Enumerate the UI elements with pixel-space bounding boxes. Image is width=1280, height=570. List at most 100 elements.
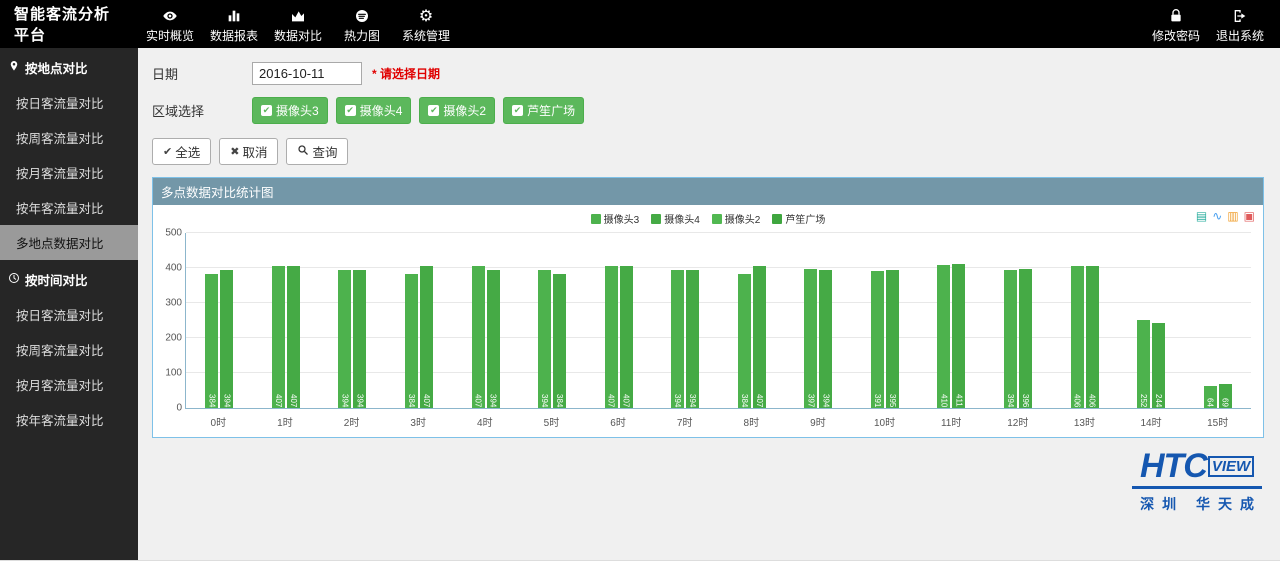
main-nav: 实时概览数据报表数据对比热力图⚙系统管理 (138, 5, 458, 44)
x-axis-tick-label: 11时 (918, 414, 985, 429)
bar[interactable]: 407 (420, 266, 433, 408)
bar[interactable]: 411 (952, 264, 965, 408)
bar[interactable]: 64 (1204, 386, 1217, 408)
bar[interactable]: 244 (1152, 323, 1165, 408)
bar[interactable]: 394 (538, 270, 551, 408)
select-all-label: 全选 (175, 142, 200, 161)
region-name: 摄像头4 (360, 102, 403, 119)
bar[interactable]: 394 (671, 270, 684, 408)
clock-icon (8, 272, 20, 287)
bar[interactable]: 391 (871, 271, 884, 408)
bar[interactable]: 397 (804, 269, 817, 408)
legend-item[interactable]: 芦笙广场 (772, 211, 825, 226)
bar[interactable]: 69 (1219, 384, 1232, 408)
x-axis-tick-label: 0时 (185, 414, 252, 429)
y-axis-tick-label: 200 (154, 333, 182, 344)
bar[interactable]: 394 (1004, 270, 1017, 408)
bar[interactable]: 407 (753, 266, 766, 408)
bar-group: 252 244 (1118, 233, 1185, 408)
bar-value-label: 407 (289, 394, 298, 407)
cancel-button[interactable]: ✖ 取消 (219, 138, 278, 165)
nav-label: 退出系统 (1216, 29, 1264, 43)
sidebar-item[interactable]: 按年客流量对比 (0, 190, 138, 225)
sidebar-item[interactable]: 按月客流量对比 (0, 155, 138, 190)
region-toggle-button[interactable]: ✔芦笙广场 (503, 97, 584, 124)
magnifier-icon (297, 144, 309, 159)
legend-item[interactable]: 摄像头3 (591, 211, 640, 226)
checkbox-icon: ✔ (512, 105, 523, 116)
header-action-lock[interactable]: 修改密码 (1144, 5, 1208, 44)
y-axis-tick-label: 100 (154, 368, 182, 379)
nav-item-compare-chart[interactable]: 数据对比 (266, 5, 330, 44)
bar[interactable]: 384 (405, 274, 418, 408)
sidebar-item[interactable]: 按周客流量对比 (0, 120, 138, 155)
save-image-icon[interactable]: ▣ (1244, 209, 1255, 223)
bar[interactable]: 410 (937, 265, 950, 409)
region-toggle-button[interactable]: ✔摄像头4 (336, 97, 412, 124)
sidebar-item[interactable]: 按日客流量对比 (0, 297, 138, 332)
data-view-icon[interactable]: ▤ (1196, 209, 1207, 223)
legend-label: 摄像头4 (664, 211, 700, 226)
bar[interactable]: 407 (287, 266, 300, 408)
bar-chart: 摄像头3摄像头4摄像头2芦笙广场 ▤∿▥▣ 010020030040050038… (153, 205, 1263, 437)
bar-value-label: 407 (622, 394, 631, 407)
bar-value-label: 410 (939, 394, 948, 407)
bar-value-label: 394 (489, 394, 498, 407)
legend-item[interactable]: 摄像头2 (712, 211, 761, 226)
header-action-logout[interactable]: 退出系统 (1208, 5, 1272, 44)
main-content: 日期 * 请选择日期 区域选择 ✔摄像头3✔摄像头4✔摄像头2✔芦笙广场 ✔ 全… (138, 48, 1280, 560)
bar[interactable]: 394 (353, 270, 366, 408)
bar-group: 410 411 (918, 233, 985, 408)
bar[interactable]: 394 (338, 270, 351, 408)
nav-item-gear[interactable]: ⚙系统管理 (394, 5, 458, 44)
bar[interactable]: 406 (1071, 266, 1084, 408)
bar-group: 384394 (186, 233, 253, 408)
bar[interactable]: 394 (487, 270, 500, 408)
sidebar-item[interactable]: 按周客流量对比 (0, 332, 138, 367)
sidebar-item[interactable]: 按月客流量对比 (0, 367, 138, 402)
query-form: 日期 * 请选择日期 区域选择 ✔摄像头3✔摄像头4✔摄像头2✔芦笙广场 ✔ 全… (138, 48, 1280, 165)
select-all-button[interactable]: ✔ 全选 (152, 138, 211, 165)
bar-value-label: 394 (821, 394, 830, 407)
nav-item-report-chart[interactable]: 数据报表 (202, 5, 266, 44)
bar[interactable]: 384 (738, 274, 751, 408)
bar[interactable]: 394 (686, 270, 699, 408)
bar[interactable]: 407 (272, 266, 285, 408)
date-input[interactable] (252, 62, 362, 85)
bar[interactable]: 407 (620, 266, 633, 408)
region-toggle-button[interactable]: ✔摄像头2 (419, 97, 495, 124)
region-name: 摄像头3 (276, 102, 319, 119)
sidebar-section-title[interactable]: 按地点对比 (0, 48, 138, 85)
bar[interactable]: 407 (605, 266, 618, 408)
sidebar-item[interactable]: 多地点数据对比 (0, 225, 138, 260)
bar[interactable]: 252 (1137, 320, 1150, 408)
legend-label: 芦笙广场 (785, 211, 825, 226)
x-axis-tick-label: 2时 (318, 414, 385, 429)
comparison-chart-panel: 多点数据对比统计图 摄像头3摄像头4摄像头2芦笙广场 ▤∿▥▣ 01002003… (152, 177, 1264, 438)
bar-value-label: 252 (1139, 394, 1148, 407)
bar[interactable]: 394 (819, 270, 832, 408)
legend-swatch (712, 214, 722, 224)
region-toggle-button[interactable]: ✔摄像头3 (252, 97, 328, 124)
bar[interactable]: 407 (472, 266, 485, 408)
bar-group: 394394 (319, 233, 386, 408)
bar[interactable]: 384 (553, 274, 566, 408)
legend-item[interactable]: 摄像头4 (651, 211, 700, 226)
bar[interactable]: 406 (1086, 266, 1099, 408)
bar-group: 407 407 (253, 233, 320, 408)
y-axis-tick-label: 500 (154, 228, 182, 239)
sidebar-item[interactable]: 按日客流量对比 (0, 85, 138, 120)
sidebar-item[interactable]: 按年客流量对比 (0, 402, 138, 437)
bar[interactable]: 395 (886, 270, 899, 408)
bar-group: 394384 (519, 233, 586, 408)
bar[interactable]: 384 (205, 274, 218, 408)
bar-chart-icon[interactable]: ▥ (1227, 209, 1238, 223)
bar-value-label: 406 (1088, 394, 1097, 407)
query-button[interactable]: 查询 (286, 138, 348, 165)
bar[interactable]: 394 (220, 270, 233, 408)
nav-item-heatmap[interactable]: 热力图 (330, 5, 394, 44)
sidebar-section-title[interactable]: 按时间对比 (0, 260, 138, 297)
line-chart-icon[interactable]: ∿ (1212, 209, 1222, 223)
bar[interactable]: 396 (1019, 269, 1032, 408)
nav-item-eye[interactable]: 实时概览 (138, 5, 202, 44)
